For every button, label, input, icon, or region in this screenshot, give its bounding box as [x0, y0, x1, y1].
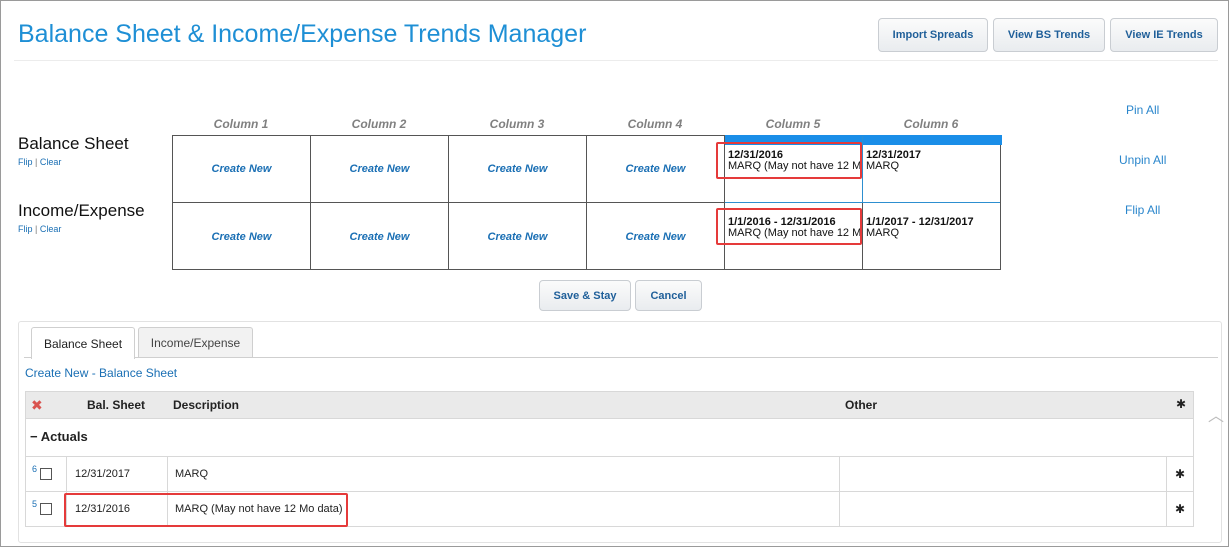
row-select-cell: 6	[26, 457, 67, 491]
ie-column-3-cell[interactable]: Create New	[449, 203, 587, 270]
cell-description: MARQ	[866, 160, 899, 172]
create-new-balance-sheet-link[interactable]: Create New - Balance Sheet	[25, 366, 177, 380]
group-row-actuals: − Actuals	[25, 419, 1194, 457]
column-header-3: Column 3	[489, 117, 545, 131]
bs-column-5-cell[interactable]: 12/31/2016 MARQ (May not have 12 Mo data…	[725, 136, 863, 203]
balance-sheet-row-links: Flip | Clear	[18, 157, 61, 167]
table-header: ✖ Bal. Sheet Description Other ✱	[25, 391, 1194, 419]
row-number: 5	[32, 499, 38, 509]
collapse-toggle[interactable]: −	[30, 429, 38, 444]
balance-sheet-row-title: Balance Sheet	[18, 134, 129, 153]
table-row[interactable]: 6 12/31/2017 MARQ ✱	[25, 457, 1194, 492]
view-bs-trends-button[interactable]: View BS Trends	[993, 18, 1105, 52]
row-description: MARQ (May not have 12 Mo data)	[168, 492, 840, 526]
create-new-link[interactable]: Create New	[350, 163, 410, 175]
row-number: 6	[32, 464, 38, 474]
bs-column-1-cell[interactable]: Create New	[173, 136, 311, 203]
ie-column-1-cell[interactable]: Create New	[173, 203, 311, 270]
cancel-button[interactable]: Cancel	[635, 280, 702, 311]
unpin-all-link[interactable]: Unpin All	[1119, 153, 1166, 167]
chevron-up-icon[interactable]: ︿	[1208, 402, 1224, 426]
flip-link[interactable]: Flip	[18, 224, 33, 234]
row-date: 12/31/2017	[67, 457, 168, 491]
create-new-link[interactable]: Create New	[488, 163, 548, 175]
ie-column-6-cell[interactable]: 1/1/2017 - 12/31/2017 MARQ	[863, 203, 1000, 270]
income-expense-row-title: Income/Expense	[18, 201, 145, 220]
trends-grid: Create New Create New Create New Create …	[172, 135, 1002, 270]
save-and-stay-button[interactable]: Save & Stay	[539, 280, 631, 311]
column-header-bal-sheet[interactable]: Bal. Sheet	[87, 398, 145, 412]
create-new-link[interactable]: Create New	[488, 231, 548, 243]
link-separator: |	[35, 224, 38, 234]
tab-balance-sheet[interactable]: Balance Sheet	[31, 327, 135, 359]
column-header-5: Column 5	[765, 117, 821, 131]
flip-link[interactable]: Flip	[18, 157, 33, 167]
income-expense-row-links: Flip | Clear	[18, 224, 61, 234]
column-header-other[interactable]: Other	[845, 398, 877, 412]
bs-column-3-cell[interactable]: Create New	[449, 136, 587, 203]
ie-column-4-cell[interactable]: Create New	[587, 203, 725, 270]
title-divider	[14, 60, 1218, 61]
clear-link[interactable]: Clear	[40, 224, 62, 234]
bs-column-6-cell[interactable]: 12/31/2017 MARQ	[863, 136, 1000, 203]
row-select-cell: 5	[26, 492, 67, 526]
ie-column-5-cell[interactable]: 1/1/2016 - 12/31/2016 MARQ (May not have…	[725, 203, 863, 270]
gear-icon[interactable]: ✱	[1175, 467, 1185, 481]
column-header-2: Column 2	[351, 117, 407, 131]
cell-description: MARQ (May not have 12 Mo data)	[728, 160, 861, 172]
column-header-6: Column 6	[903, 117, 959, 131]
clear-link[interactable]: Clear	[40, 157, 62, 167]
create-new-link[interactable]: Create New	[626, 163, 686, 175]
view-ie-trends-button[interactable]: View IE Trends	[1110, 18, 1218, 52]
page-title: Balance Sheet & Income/Expense Trends Ma…	[18, 20, 587, 48]
create-new-link[interactable]: Create New	[212, 231, 272, 243]
bs-column-4-cell[interactable]: Create New	[587, 136, 725, 203]
gear-icon[interactable]: ✱	[1175, 502, 1185, 516]
row-checkbox[interactable]	[40, 503, 52, 515]
column-header-1: Column 1	[213, 117, 269, 131]
flip-all-link[interactable]: Flip All	[1125, 203, 1160, 217]
gear-icon[interactable]: ✱	[1176, 397, 1186, 411]
row-description: MARQ	[168, 457, 840, 491]
create-new-link[interactable]: Create New	[350, 231, 410, 243]
ie-column-2-cell[interactable]: Create New	[311, 203, 449, 270]
tab-divider	[24, 357, 1218, 358]
row-checkbox[interactable]	[40, 468, 52, 480]
bs-column-2-cell[interactable]: Create New	[311, 136, 449, 203]
row-date: 12/31/2016	[67, 492, 168, 526]
column-header-description[interactable]: Description	[173, 398, 239, 412]
tab-income-expense[interactable]: Income/Expense	[138, 327, 253, 358]
row-other	[840, 492, 1167, 526]
close-icon[interactable]: ✖	[31, 397, 43, 414]
create-new-link[interactable]: Create New	[212, 163, 272, 175]
create-new-link[interactable]: Create New	[626, 231, 686, 243]
link-separator: |	[35, 157, 38, 167]
row-other	[840, 457, 1167, 491]
group-label[interactable]: − Actuals	[30, 429, 88, 444]
pin-all-link[interactable]: Pin All	[1126, 103, 1159, 117]
group-title: Actuals	[40, 429, 88, 444]
column-header-4: Column 4	[627, 117, 683, 131]
table-row[interactable]: 5 12/31/2016 MARQ (May not have 12 Mo da…	[25, 492, 1194, 527]
cell-description: MARQ	[866, 227, 899, 239]
cell-description: MARQ (May not have 12 Mo data)	[728, 227, 861, 239]
import-spreads-button[interactable]: Import Spreads	[878, 18, 988, 52]
